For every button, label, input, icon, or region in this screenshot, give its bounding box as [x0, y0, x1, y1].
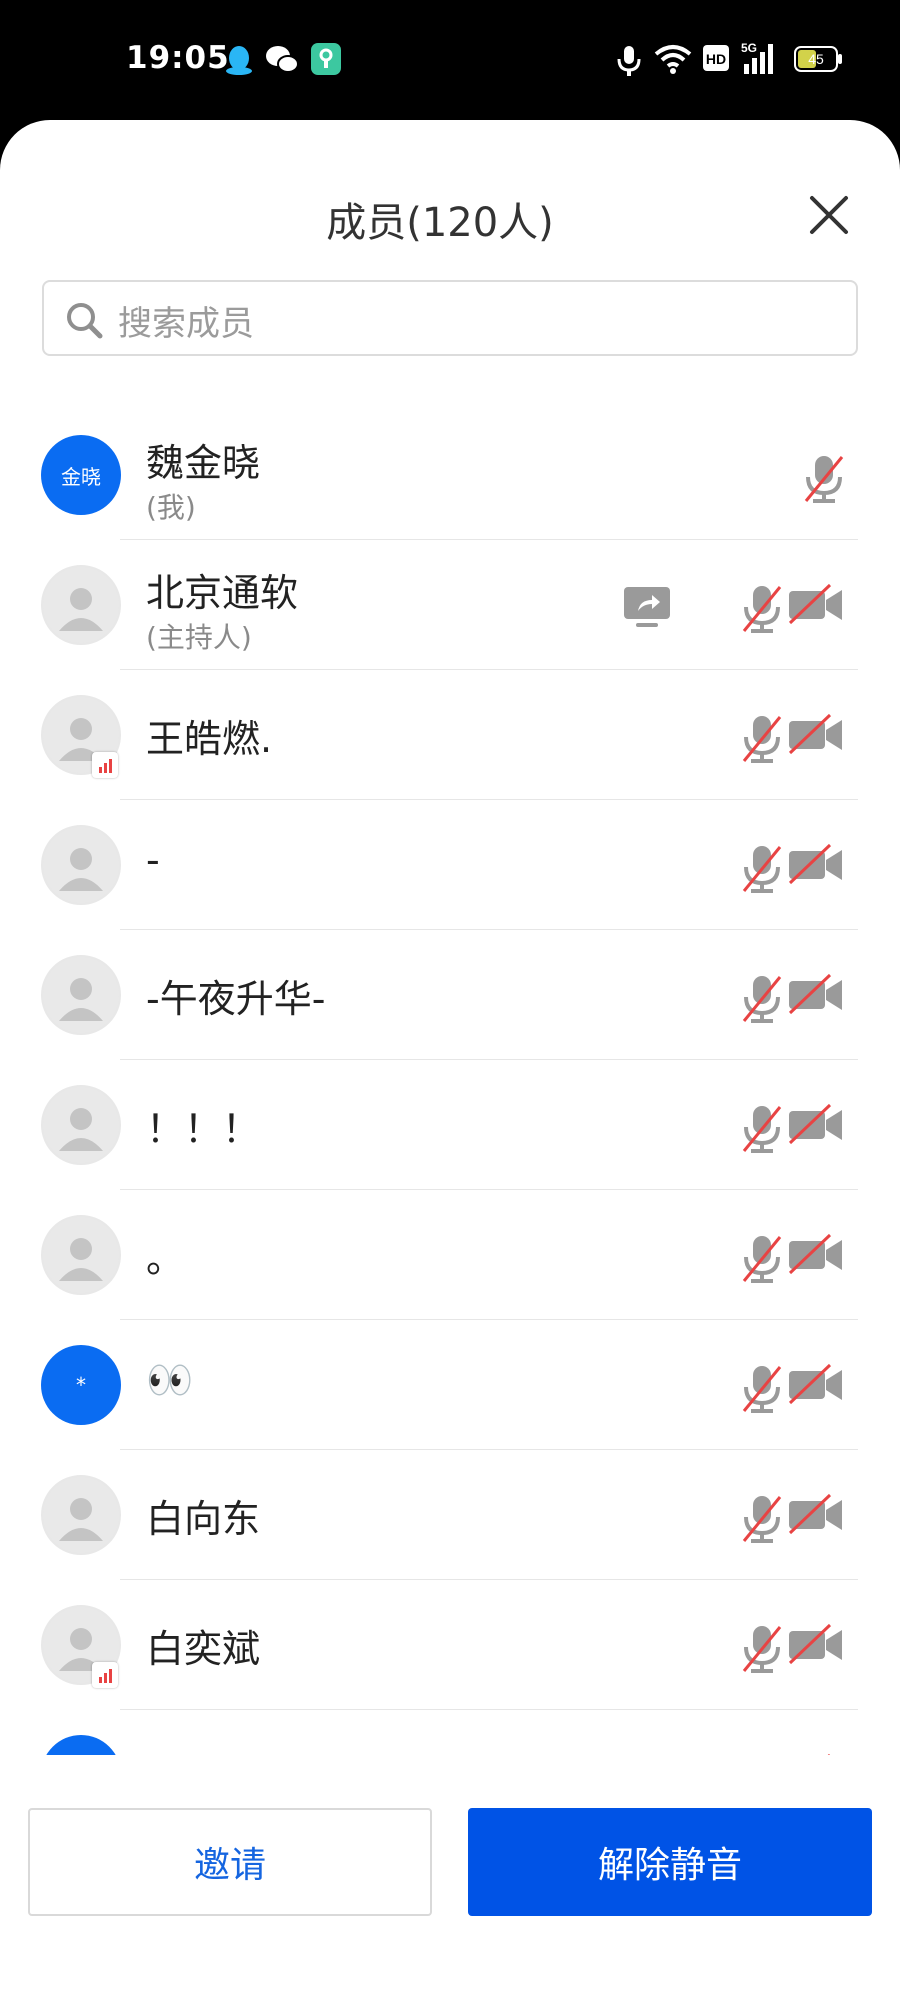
avatar[interactable]	[41, 565, 121, 645]
mic-muted-icon[interactable]	[740, 1753, 784, 1755]
camera-off-icon[interactable]	[786, 973, 846, 1021]
avatar[interactable]	[41, 1475, 121, 1555]
member-row[interactable]: 白向东	[0, 1450, 900, 1580]
signal-icon: 5G	[741, 41, 773, 74]
member-role: (主持人)	[146, 621, 252, 654]
qq-icon	[226, 46, 252, 75]
wifi-icon	[654, 45, 692, 74]
member-name: 👀	[146, 1358, 194, 1402]
mic-muted-icon[interactable]	[740, 1103, 784, 1159]
audio-level-badge	[92, 1662, 118, 1688]
app-icon	[311, 43, 341, 75]
member-name: 王皓燃.	[146, 717, 273, 761]
avatar[interactable]	[41, 825, 121, 905]
mic-muted-icon[interactable]	[740, 1493, 784, 1549]
unmute-button[interactable]: 解除静音	[468, 1808, 872, 1916]
member-name: 。	[146, 1237, 185, 1281]
member-name: -午夜升华-	[146, 977, 326, 1021]
members-sheet: 成员(120人) 搜索成员 金晓 魏金晓 (我) 北京通软 (主持人) 王皓燃.…	[0, 120, 900, 2000]
member-name: 白向东	[146, 1497, 261, 1541]
camera-off-icon[interactable]	[786, 1753, 846, 1755]
avatar[interactable]: *	[41, 1345, 121, 1425]
avatar-photo-icon	[59, 1238, 103, 1281]
network-label: 5G	[741, 41, 757, 55]
mic-muted-icon[interactable]	[740, 1623, 784, 1679]
search-placeholder: 搜索成员	[118, 304, 254, 344]
camera-off-icon[interactable]	[786, 583, 846, 631]
mic-icon	[617, 46, 641, 76]
mic-muted-icon[interactable]	[740, 843, 784, 899]
member-row[interactable]: 白奕斌	[0, 1580, 900, 1710]
camera-off-icon[interactable]	[786, 1233, 846, 1281]
avatar[interactable]: 金晓	[41, 435, 121, 515]
member-row[interactable]: -	[0, 800, 900, 930]
screen-share-icon[interactable]	[622, 585, 672, 633]
member-row[interactable]: 北京通软 (主持人)	[0, 540, 900, 670]
search-icon	[67, 303, 103, 339]
close-icon[interactable]	[806, 192, 852, 238]
avatar-photo-icon	[59, 1108, 103, 1151]
member-name: 白奕斌	[146, 1627, 261, 1671]
member-row[interactable]: 金晓 魏金晓 (我)	[0, 410, 900, 540]
member-list[interactable]: 金晓 魏金晓 (我) 北京通软 (主持人) 王皓燃. - -午夜升华- ！！！ …	[0, 410, 900, 1755]
member-row[interactable]: 。	[0, 1190, 900, 1320]
member-row[interactable]: 王皓燃.	[0, 670, 900, 800]
invite-button[interactable]: 邀请	[28, 1808, 432, 1916]
hd-icon: HD	[703, 45, 729, 71]
mic-muted-icon[interactable]	[802, 453, 846, 509]
sheet-title: 成员(120人)	[326, 200, 554, 246]
member-row[interactable]: -午夜升华-	[0, 930, 900, 1060]
camera-off-icon[interactable]	[786, 1493, 846, 1541]
member-row[interactable]: 子德曹子德	[0, 1710, 900, 1755]
camera-off-icon[interactable]	[786, 1623, 846, 1671]
member-name: -	[146, 838, 160, 882]
member-name: ！！！	[146, 1107, 261, 1151]
member-row[interactable]: * 👀	[0, 1320, 900, 1450]
member-row[interactable]: ！！！	[0, 1060, 900, 1190]
camera-off-icon[interactable]	[786, 1363, 846, 1411]
mic-muted-icon[interactable]	[740, 1233, 784, 1289]
search-input[interactable]: 搜索成员	[42, 280, 858, 356]
avatar[interactable]	[41, 955, 121, 1035]
status-time: 19:05	[126, 40, 230, 76]
battery-level: 45	[808, 51, 824, 67]
status-bar: 19:05 HD 5G 45	[0, 0, 900, 120]
camera-off-icon[interactable]	[786, 1103, 846, 1151]
mic-muted-icon[interactable]	[740, 583, 784, 639]
audio-level-badge	[92, 752, 118, 778]
avatar-photo-icon	[59, 978, 103, 1021]
member-role: (我)	[146, 491, 196, 524]
avatar[interactable]: 子德	[41, 1735, 121, 1755]
avatar-photo-icon	[59, 1498, 103, 1541]
member-name: 曹子德	[146, 1748, 260, 1755]
camera-off-icon[interactable]	[786, 713, 846, 761]
battery-icon: 45	[794, 46, 842, 72]
member-name: 北京通软	[146, 571, 299, 615]
mic-muted-icon[interactable]	[740, 973, 784, 1029]
avatar[interactable]	[41, 1215, 121, 1295]
camera-off-icon[interactable]	[786, 843, 846, 891]
footer: 邀请 解除静音	[0, 1760, 900, 2000]
avatar-photo-icon	[59, 848, 103, 891]
mic-muted-icon[interactable]	[740, 713, 784, 769]
wechat-icon	[266, 46, 299, 73]
hd-label: HD	[706, 51, 726, 67]
avatar-photo-icon	[59, 588, 103, 631]
avatar[interactable]	[41, 1085, 121, 1165]
member-name: 魏金晓	[146, 441, 261, 485]
mic-muted-icon[interactable]	[740, 1363, 784, 1419]
